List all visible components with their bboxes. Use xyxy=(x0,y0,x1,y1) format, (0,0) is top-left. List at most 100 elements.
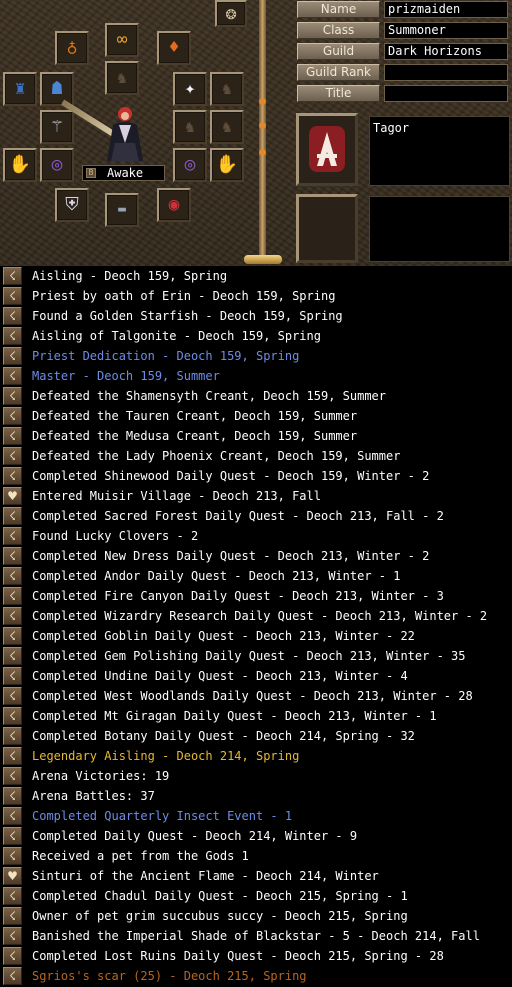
legend-row: ☇ Master - Deoch 159, Summer xyxy=(0,366,512,386)
legend-mark-icon: ☇ xyxy=(3,287,22,305)
equip-slot-overcoat[interactable]: ♜ xyxy=(3,72,37,106)
equip-slot-empty-3[interactable]: ♞ xyxy=(210,110,244,144)
nation-emblem-slot[interactable] xyxy=(296,113,358,186)
legend-row: ☇ Completed New Dress Daily Quest - Deoch… xyxy=(0,546,512,566)
legend-mark-icon: ☇ xyxy=(3,667,22,685)
divider-pole xyxy=(259,0,266,262)
legend-mark-icon: ☇ xyxy=(3,847,22,865)
legend-row: ☇ Completed Botany Daily Quest - Deoch 21… xyxy=(0,726,512,746)
legend-mark-icon: ☇ xyxy=(3,347,22,365)
belt-icon: ◉ xyxy=(168,194,180,215)
legend-heart-icon: ♥ xyxy=(3,867,22,885)
legend-text: Aisling - Deoch 159, Spring xyxy=(32,269,228,283)
equip-slot-weapon[interactable]: ⚚ xyxy=(40,110,74,144)
class-value: Summoner xyxy=(384,22,508,39)
equip-slot-right-arm[interactable]: ◎ xyxy=(173,148,207,182)
legend-row: ☇ Aisling of Talgonite - Deoch 159, Sprin… xyxy=(0,326,512,346)
status-text: Awake xyxy=(107,166,144,180)
legend-text: Completed Lost Ruins Daily Quest - Deoch… xyxy=(32,949,444,963)
legend-row: ☇ Owner of pet grim succubus succy - Deoc… xyxy=(0,906,512,926)
legend-row: ☇ Completed Lost Ruins Daily Quest - Deoc… xyxy=(0,946,512,966)
equip-slot-necklace[interactable]: ∞ xyxy=(105,23,139,57)
equip-slot-gem[interactable]: ✦ xyxy=(173,72,207,106)
legend-heart-icon: ♥ xyxy=(3,487,22,505)
legend-text: Found Lucky Clovers - 2 xyxy=(32,529,199,543)
legend-row: ☇ Defeated the Lady Phoenix Creant, Deoch… xyxy=(0,446,512,466)
legend-text: Completed Fire Canyon Daily Quest - Deoc… xyxy=(32,589,444,603)
legend-mark-icon: ☇ xyxy=(3,587,22,605)
legend-mark-icon: ☇ xyxy=(3,927,22,945)
earring-icon: ∞ xyxy=(116,29,128,50)
legend-row: ☇ Completed West Woodlands Daily Quest - … xyxy=(0,686,512,706)
legend-mark-icon: ☇ xyxy=(3,787,22,805)
slot-placeholder-icon: ♞ xyxy=(222,117,232,136)
cloak-icon: ♜ xyxy=(14,78,26,99)
legend-row: ☇ Sgrios's scar (25) - Deoch 215, Spring xyxy=(0,966,512,986)
equip-slot-left-hand[interactable]: ✋ xyxy=(3,148,37,182)
legend-text: Completed Wizardry Research Daily Quest … xyxy=(32,609,488,623)
legend-text: Arena Battles: 37 xyxy=(32,789,155,803)
shield-icon: ⛨ xyxy=(65,194,79,215)
equip-slot-accessory[interactable]: ♦ xyxy=(157,31,191,65)
legend-row: ☇ Banished the Imperial Shade of Blacksta… xyxy=(0,926,512,946)
empty-emblem-slot[interactable] xyxy=(296,194,358,263)
legend-text: Completed Andor Daily Quest - Deoch 213,… xyxy=(32,569,401,583)
legend-list: ☇ Aisling - Deoch 159, Spring ☇ Priest by o… xyxy=(0,266,512,987)
group-button[interactable]: ❂ xyxy=(215,0,247,27)
legend-mark-icon: ☇ xyxy=(3,387,22,405)
legend-text: Completed Gem Polishing Daily Quest - De… xyxy=(32,649,466,663)
necklace-icon: ♦ xyxy=(168,37,180,58)
legend-row: ☇ Arena Battles: 37 xyxy=(0,786,512,806)
legend-row: ☇ Completed Chadul Daily Quest - Deoch 21… xyxy=(0,886,512,906)
pole-base xyxy=(244,255,282,264)
equip-slot-left-arm[interactable]: ◎ xyxy=(40,148,74,182)
slot-placeholder-icon: ♞ xyxy=(222,79,232,98)
staff-icon: ⚚ xyxy=(51,116,63,137)
legend-row: ☇ Aisling - Deoch 159, Spring xyxy=(0,266,512,286)
equip-slot-empty-2[interactable]: ♞ xyxy=(173,110,207,144)
legend-row: ☇ Completed Undine Daily Quest - Deoch 21… xyxy=(0,666,512,686)
guild-rank-label: Guild Rank xyxy=(297,64,380,81)
legend-text: Completed West Woodlands Daily Quest - D… xyxy=(32,689,473,703)
legend-text: Defeated the Medusa Creant, Deoch 159, S… xyxy=(32,429,358,443)
legend-mark-icon: ☇ xyxy=(3,507,22,525)
equip-slot-earring[interactable]: ♁ xyxy=(55,31,89,65)
equip-slot-shield[interactable]: ⛨ xyxy=(55,188,89,222)
slot-placeholder-icon: ♞ xyxy=(185,117,195,136)
legend-text: Completed Quarterly Insect Event - 1 xyxy=(32,809,293,823)
legend-mark-icon: ☇ xyxy=(3,887,22,905)
legend-mark-icon: ☇ xyxy=(3,687,22,705)
legend-text: Received a pet from the Gods 1 xyxy=(32,849,249,863)
legend-row: ☇ Completed Fire Canyon Daily Quest - Deo… xyxy=(0,586,512,606)
legend-text: Arena Victories: 19 xyxy=(32,769,170,783)
group-button-icon: ❂ xyxy=(225,2,237,24)
gem-icon: ✦ xyxy=(184,78,196,99)
legend-row: ☇ Completed Goblin Daily Quest - Deoch 21… xyxy=(0,626,512,646)
equip-slot-right-hand[interactable]: ✋ xyxy=(210,148,244,182)
legend-mark-icon: ☇ xyxy=(3,707,22,725)
amulet-icon: ♁ xyxy=(66,37,78,58)
armor-icon: ☗ xyxy=(51,78,63,99)
legend-text: Priest Dedication - Deoch 159, Spring xyxy=(32,349,300,363)
equip-slot-helmet[interactable]: ♞ xyxy=(105,61,139,95)
equip-slot-boots[interactable]: ▬ xyxy=(105,193,139,227)
legend-row: ☇ Received a pet from the Gods 1 xyxy=(0,846,512,866)
pole-knob xyxy=(259,122,266,129)
equip-slot-armor[interactable]: ☗ xyxy=(40,72,74,106)
legend-text: Priest by oath of Erin - Deoch 159, Spri… xyxy=(32,289,336,303)
equip-slot-empty-1[interactable]: ♞ xyxy=(210,72,244,106)
legend-mark-icon: ☇ xyxy=(3,827,22,845)
boots-icon: ▬ xyxy=(118,202,126,217)
legend-text: Completed New Dress Daily Quest - Deoch … xyxy=(32,549,430,563)
legend-text: Completed Shinewood Daily Quest - Deoch … xyxy=(32,469,430,483)
legend-mark-icon: ☇ xyxy=(3,567,22,585)
legend-row: ☇ Completed Daily Quest - Deoch 214, Wint… xyxy=(0,826,512,846)
legend-text: Sinturi of the Ancient Flame - Deoch 214… xyxy=(32,869,379,883)
legend-text: Master - Deoch 159, Summer xyxy=(32,369,220,383)
legend-row: ☇ Found a Golden Starfish - Deoch 159, Sp… xyxy=(0,306,512,326)
legend-text: Completed Daily Quest - Deoch 214, Winte… xyxy=(32,829,358,843)
equip-slot-belt[interactable]: ◉ xyxy=(157,188,191,222)
legend-row: ☇ Completed Wizardry Research Daily Quest… xyxy=(0,606,512,626)
nation-text-box: Tagor xyxy=(369,116,510,186)
helmet-placeholder-icon: ♞ xyxy=(117,68,127,87)
